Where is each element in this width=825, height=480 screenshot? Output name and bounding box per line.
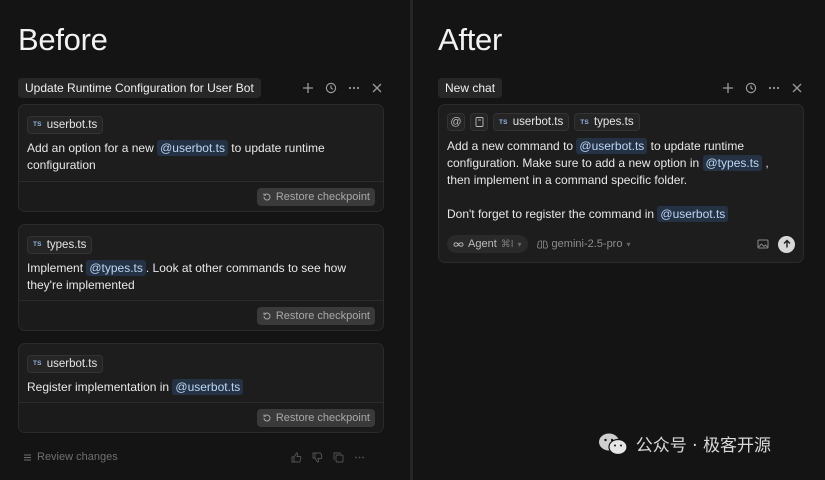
plus-icon[interactable] (301, 81, 315, 95)
restore-checkpoint-button[interactable]: Restore checkpoint (256, 306, 375, 325)
file-icon[interactable] (470, 113, 488, 131)
restore-checkpoint-button[interactable]: Restore checkpoint (256, 408, 375, 427)
add-context-button[interactable]: @ (447, 113, 465, 131)
thumbs-down-icon[interactable] (312, 452, 323, 463)
context-chips: @ TS userbot.ts TS types.ts (447, 113, 795, 131)
message-text: Implement @types.ts. Look at other comma… (27, 259, 346, 292)
file-mention[interactable]: @userbot.ts (172, 378, 244, 395)
file-chip[interactable]: TS types.ts (574, 113, 640, 131)
watermark: 公众号 · 极客开源 (598, 431, 771, 456)
after-chat-header: New chat (438, 77, 804, 98)
file-chip-label: userbot.ts (46, 118, 98, 131)
composer-toolbar: Agent ⌘I ▾ gemini-2.5-pro ▾ (447, 235, 795, 253)
message-text: Register implementation in @userbot.ts (27, 378, 375, 396)
arrow-up-icon (783, 239, 790, 248)
restore-icon (263, 414, 271, 421)
file-mention[interactable]: @userbot.ts (576, 138, 648, 154)
after-heading: After (438, 22, 502, 57)
chat-title-tab[interactable]: New chat (438, 77, 503, 98)
restore-icon (263, 193, 271, 200)
feedback-actions (291, 452, 365, 463)
file-chip-label: userbot.ts (512, 116, 564, 128)
typescript-file-icon: TS (580, 118, 589, 126)
file-mention[interactable]: @userbot.ts (157, 139, 228, 156)
image-upload-icon[interactable] (757, 238, 769, 250)
chat-title-tab[interactable]: Update Runtime Configuration for User Bo… (18, 77, 261, 98)
chevron-down-icon: ▾ (517, 239, 522, 249)
mode-selector[interactable]: Agent ⌘I ▾ (447, 235, 528, 253)
before-heading: Before (18, 22, 108, 57)
header-actions (301, 81, 384, 95)
more-icon[interactable] (767, 81, 781, 95)
chevron-down-icon: ▾ (626, 239, 631, 249)
history-icon[interactable] (324, 81, 338, 95)
message-card: TS userbot.ts Register implementation in… (18, 343, 384, 433)
wechat-logo-icon (598, 433, 628, 455)
after-panel: After New chat @ TS userbot.ts TS types.… (413, 0, 825, 480)
message-card: TS types.ts Implement @types.ts. Look at… (18, 224, 384, 331)
model-selector[interactable]: gemini-2.5-pro ▾ (536, 238, 631, 250)
more-icon[interactable] (347, 81, 361, 95)
copy-icon[interactable] (333, 452, 344, 463)
header-actions (721, 81, 804, 95)
typescript-file-icon: TS (33, 360, 42, 367)
before-panel: Before Update Runtime Configuration for … (0, 0, 410, 480)
chat-composer[interactable]: @ TS userbot.ts TS types.ts Add a new co… (438, 104, 804, 263)
file-mention[interactable]: @userbot.ts (657, 206, 729, 222)
file-mention[interactable]: @types.ts (702, 155, 763, 171)
message-text: Add an option for a new @userbot.ts to u… (27, 139, 325, 172)
close-icon[interactable] (790, 81, 804, 95)
list-icon (24, 454, 31, 460)
before-chat-header: Update Runtime Configuration for User Bo… (18, 77, 384, 98)
review-changes-button[interactable]: Review changes (23, 451, 118, 463)
restore-icon (263, 312, 271, 319)
send-button[interactable] (778, 235, 795, 253)
composer-text[interactable]: Add a new command to @userbot.ts to upda… (447, 138, 795, 223)
file-chip-label: userbot.ts (46, 357, 98, 370)
more-icon[interactable] (354, 452, 365, 463)
close-icon[interactable] (370, 81, 384, 95)
file-chip[interactable]: TS userbot.ts (27, 354, 104, 373)
plus-icon[interactable] (721, 81, 735, 95)
brain-icon (536, 240, 548, 248)
typescript-file-icon: TS (33, 121, 42, 128)
history-icon[interactable] (744, 81, 758, 95)
typescript-file-icon: TS (499, 118, 508, 126)
file-chip-label: types.ts (46, 238, 87, 251)
file-chip[interactable]: TS types.ts (27, 235, 93, 254)
file-chip[interactable]: TS userbot.ts (27, 115, 104, 134)
file-chip[interactable]: TS userbot.ts (493, 113, 570, 131)
restore-checkpoint-button[interactable]: Restore checkpoint (256, 187, 375, 206)
file-mention[interactable]: @types.ts (86, 259, 146, 276)
thumbs-up-icon[interactable] (291, 452, 302, 463)
typescript-file-icon: TS (33, 241, 42, 248)
file-chip-label: types.ts (593, 116, 634, 128)
infinity-icon (453, 241, 464, 247)
message-card: TS userbot.ts Add an option for a new @u… (18, 104, 384, 212)
